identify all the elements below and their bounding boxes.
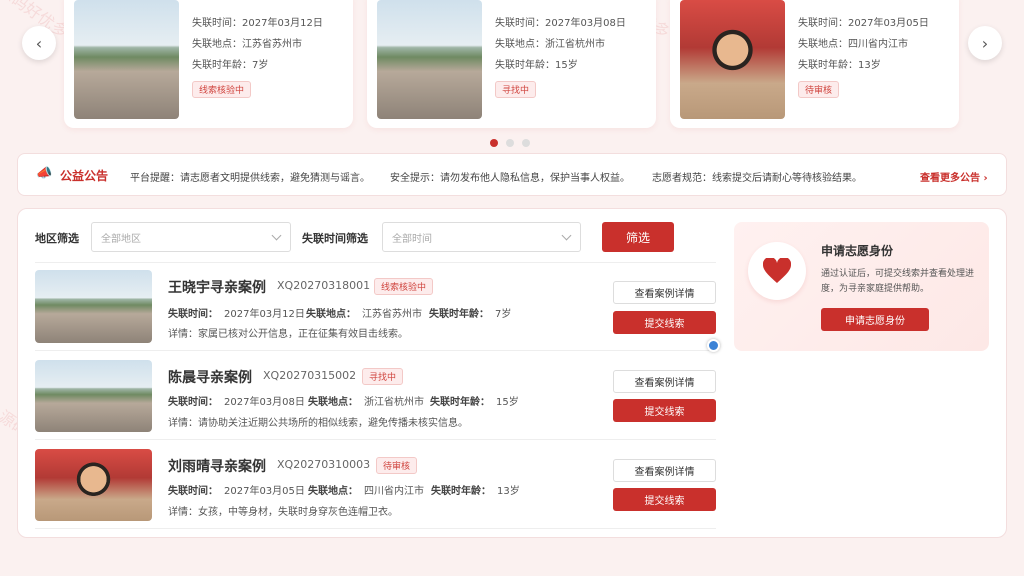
carousel-dot[interactable] [522,139,530,147]
time-label: 失联时间： [168,486,218,497]
volunteer-desc: 通过认证后，可提交线索并查看处理进度，为寻亲家庭提供帮助。 [821,269,975,294]
place-value: 江苏省苏州市 [362,309,422,320]
chevron-right-icon: › [981,33,989,53]
time-select[interactable]: 全部时间 [382,222,581,252]
region-filter-label: 地区筛选 [35,232,79,245]
age-label: 失联时年龄： [429,309,489,320]
place-value: 江苏省苏州市 [242,39,302,50]
notice-item: 志愿者规范：线索提交后请耐心等待核验结果。 [652,173,862,184]
heart-icon [748,242,806,300]
age-label: 失联时年龄： [798,60,858,71]
submit-clue-button[interactable]: 提交线索 [613,399,716,422]
time-value: 2027年03月12日 [242,18,323,29]
time-value: 2027年03月08日 [545,18,626,29]
case-row: 王晓宇寻亲案例 XQ20270318001 线索核验中 失联时间： 2027年03… [35,262,716,351]
case-photo [377,0,482,119]
age-label: 失联时年龄： [495,60,555,71]
case-photo [35,360,152,432]
time-label: 失联时间： [168,397,218,408]
status-badge: 待审核 [376,457,418,474]
status-badge: 待审核 [798,81,840,98]
view-case-button[interactable]: 查看案例详情 [613,370,716,393]
place-value: 浙江省杭州市 [545,39,605,50]
time-label: 失联时间： [495,18,545,29]
age-value: 13岁 [858,60,881,71]
age-value: 13岁 [497,486,520,497]
place-value: 四川省内江市 [364,486,424,497]
chevron-left-icon: ‹ [35,33,43,53]
case-photo [35,449,152,521]
age-label: 失联时年龄： [431,486,491,497]
view-case-button[interactable]: 查看案例详情 [613,281,716,304]
case-row: 刘雨晴寻亲案例 XQ20270310003 待审核 失联时间： 2027年03月0… [35,440,716,529]
case-title: 刘雨晴寻亲案例 [168,459,266,475]
carousel-dot-active[interactable] [490,139,498,147]
case-photo [35,270,152,343]
case-detail: 详情：家属已核对公开信息，正在征集有效目击线索。 [168,329,408,340]
carousel-card[interactable]: 失联时间：2027年03月12日 失联地点：江苏省苏州市 失联时年龄：7岁 线索… [64,0,353,128]
case-code: XQ20270310003 [277,458,371,471]
time-label: 失联时间： [798,18,848,29]
more-notices-link[interactable]: 查看更多公告 › [920,169,988,184]
place-label: 失联地点： [308,397,358,408]
carousel-card[interactable]: 失联时间：2027年03月08日 失联地点：浙江省杭州市 失联时年龄：15岁 寻… [367,0,656,128]
age-label: 失联时年龄： [430,397,490,408]
age-value: 7岁 [495,309,512,320]
submit-clue-button[interactable]: 提交线索 [613,311,716,334]
case-detail: 详情：女孩，中等身材，失联时身穿灰色连帽卫衣。 [168,507,398,518]
chevron-down-icon [271,230,282,241]
place-label: 失联地点： [308,486,358,497]
view-case-button[interactable]: 查看案例详情 [613,459,716,482]
case-code: XQ20270318001 [277,279,371,292]
carousel-dot[interactable] [506,139,514,147]
case-title: 王晓宇寻亲案例 [168,280,266,296]
case-detail: 详情：请协助关注近期公共场所的相似线索，避免传播未核实信息。 [168,418,468,429]
notice-item: 平台提醒：请志愿者文明提供线索，避免猜测与谣言。 [130,173,370,184]
status-badge: 寻找中 [362,368,404,385]
case-photo [680,0,785,119]
time-value: 2027年03月05日 [848,18,929,29]
notice-bar: 📣 公益公告 平台提醒：请志愿者文明提供线索，避免猜测与谣言。 安全提示：请勿发… [17,153,1007,196]
carousel-dots [490,139,535,149]
volunteer-title: 申请志愿身份 [821,244,894,258]
carousel-next-button[interactable]: › [968,26,1002,60]
place-value: 浙江省杭州市 [364,397,424,408]
filter-button[interactable]: 筛选 [602,222,674,252]
age-label: 失联时年龄： [192,60,252,71]
carousel-prev-button[interactable]: ‹ [22,26,56,60]
case-photo [74,0,179,119]
case-row: 陈晨寻亲案例 XQ20270315002 寻找中 失联时间： 2027年03月08… [35,351,716,440]
notice-item: 安全提示：请勿发布他人隐私信息，保护当事人权益。 [390,173,630,184]
place-label: 失联地点： [306,309,356,320]
status-badge: 寻找中 [495,81,537,98]
time-value: 2027年03月08日 [224,397,305,408]
apply-volunteer-button[interactable]: 申请志愿身份 [821,308,929,331]
status-badge: 线索核验中 [374,278,434,295]
age-value: 15岁 [555,60,578,71]
region-select-value: 全部地区 [101,233,141,245]
time-value: 2027年03月05日 [224,486,305,497]
time-select-value: 全部时间 [392,233,432,245]
volunteer-card: 申请志愿身份 通过认证后，可提交线索并查看处理进度，为寻亲家庭提供帮助。 申请志… [734,222,989,351]
time-value: 2027年03月12日 [224,309,305,320]
place-label: 失联地点： [798,39,848,50]
time-label: 失联时间： [168,309,218,320]
case-title: 陈晨寻亲案例 [168,370,252,386]
time-filter-label: 失联时间筛选 [302,232,368,245]
age-value: 15岁 [496,397,519,408]
submit-clue-button[interactable]: 提交线索 [613,488,716,511]
notice-title: 公益公告 [60,169,109,183]
place-value: 四川省内江市 [848,39,908,50]
status-badge: 线索核验中 [192,81,252,98]
place-label: 失联地点： [495,39,545,50]
region-select[interactable]: 全部地区 [91,222,291,252]
place-label: 失联地点： [192,39,242,50]
megaphone-icon: 📣 [36,166,53,181]
time-label: 失联时间： [192,18,242,29]
case-code: XQ20270315002 [263,369,357,382]
age-value: 7岁 [252,60,269,71]
carousel-card[interactable]: 失联时间：2027年03月05日 失联地点：四川省内江市 失联时年龄：13岁 待… [670,0,959,128]
chevron-down-icon [561,230,572,241]
